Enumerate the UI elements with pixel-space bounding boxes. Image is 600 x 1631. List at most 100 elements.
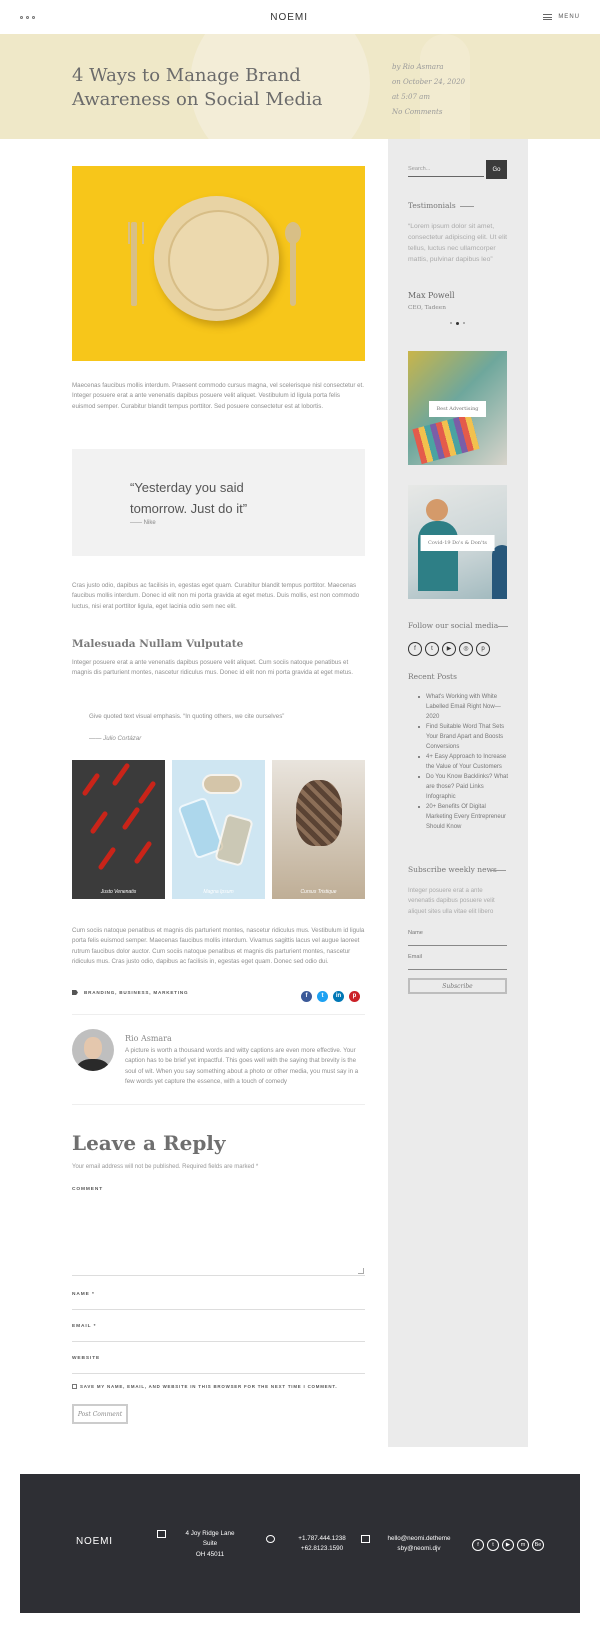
save-info-row: SAVE MY NAME, EMAIL, AND WEBSITE IN THIS… — [72, 1384, 337, 1389]
email-1[interactable]: hello@neomi.detheme — [376, 1534, 462, 1544]
pull-quote-text: “Yesterday you said tomorrow. Just do it… — [130, 480, 248, 516]
reply-heading: Leave a Reply — [72, 1131, 226, 1155]
testimonial-name: Max Powell — [408, 291, 455, 300]
spoon-image — [285, 222, 301, 306]
search-go-button[interactable]: Go — [486, 160, 507, 179]
email-label: EMAIL * — [72, 1324, 97, 1329]
gallery-item-glassware[interactable]: Magna Ipsum — [172, 760, 265, 899]
save-info-label: SAVE MY NAME, EMAIL, AND WEBSITE IN THIS… — [80, 1384, 338, 1389]
pinterest-icon[interactable]: p — [476, 642, 490, 656]
footer-youtube-icon[interactable]: ▶ — [502, 1539, 514, 1551]
article-paragraph-4: Cum sociis natoque penatibus et magnis d… — [72, 927, 365, 966]
twitter-icon[interactable]: t — [425, 642, 439, 656]
instagram-icon[interactable]: ◎ — [459, 642, 473, 656]
gallery-item-chili[interactable]: Justo Venenatis — [72, 760, 165, 899]
subscribe-text: Integer posuere erat a ante venenatis da… — [408, 887, 495, 915]
footer-facebook-icon[interactable]: f — [472, 1539, 484, 1551]
social-links: f t ▶ ◎ p — [408, 642, 490, 656]
post-card-label: Best Advertising — [428, 401, 487, 417]
name-label: NAME * — [72, 1292, 95, 1297]
divider — [72, 1014, 365, 1015]
search-input[interactable]: Search... — [408, 160, 484, 177]
subscribe-button[interactable]: Subscribe — [408, 978, 507, 994]
post-card-label: Covid-19 Do's & Don'ts — [420, 535, 495, 551]
share-pinterest-icon[interactable]: p — [349, 991, 360, 1002]
email-field[interactable] — [72, 1341, 365, 1342]
author-bio: A picture is worth a thousand words and … — [125, 1047, 359, 1086]
person-head-image — [426, 499, 448, 521]
map-icon — [157, 1530, 166, 1538]
address-line-2: Suite — [202, 1540, 218, 1548]
address-line-3: OH 45011 — [195, 1550, 225, 1558]
site-logo[interactable]: NOEMI — [270, 12, 308, 23]
post-time: at 5:07 am — [392, 93, 430, 101]
footer-behance-icon[interactable]: Be — [532, 1539, 544, 1551]
gallery-item-pinecone[interactable]: Cursus Tristique — [272, 760, 365, 899]
recent-post-link[interactable]: Do You Know Backlinks? What are those? P… — [412, 772, 512, 802]
tag-icon — [72, 990, 78, 995]
pinecone-image — [296, 780, 342, 846]
footer-address: 4 Joy Ridge Lane Suite OH 45011 — [170, 1529, 250, 1560]
gallery-caption: Justo Venenatis — [100, 889, 137, 895]
recent-posts-list: What's Working with White Labelled Email… — [412, 692, 512, 832]
post-title: 4 Ways to Manage Brand Awareness on Soci… — [72, 65, 323, 110]
facebook-icon[interactable]: f — [408, 642, 422, 656]
top-bar: NOEMI MENU — [0, 0, 600, 34]
article-subheading: Malesuada Nullam Vulputate — [72, 638, 244, 650]
subscribe-name-input[interactable]: Name — [408, 930, 507, 946]
carousel-dots[interactable] — [450, 322, 465, 325]
article-paragraph-2: Cras justo odio, dapibus ac facilisis in… — [72, 582, 360, 610]
resize-handle-icon[interactable] — [358, 1268, 364, 1274]
article-paragraph-1: Maecenas faucibus mollis interdum. Praes… — [72, 382, 364, 410]
footer-emails: hello@neomi.detheme sby@neomi.djv — [376, 1534, 462, 1555]
author-name[interactable]: Rio Asmara — [125, 1034, 172, 1043]
reply-note: Your email address will not be published… — [72, 1164, 259, 1170]
blockquote-text: Give quoted text visual emphasis. “In qu… — [89, 713, 285, 720]
mail-icon — [361, 1535, 370, 1543]
post-author[interactable]: by Rio Asmara — [392, 60, 465, 75]
post-card-advertising[interactable]: Best Advertising — [408, 351, 507, 465]
phone-2[interactable]: +62.8123.1590 — [282, 1544, 362, 1554]
recent-post-link[interactable]: What's Working with White Labelled Email… — [412, 692, 512, 722]
gallery-caption: Magna Ipsum — [203, 889, 234, 895]
person-body-image — [418, 521, 458, 591]
address-line-1: 4 Joy Ridge Lane — [185, 1530, 235, 1537]
comment-label: COMMENT — [72, 1187, 104, 1192]
email-2[interactable]: sby@neomi.djv — [376, 1544, 462, 1554]
footer-twitter-icon[interactable]: t — [487, 1539, 499, 1551]
post-date: on October 24, 2020 — [392, 78, 466, 86]
name-field[interactable] — [72, 1309, 365, 1310]
phone-icon — [266, 1535, 275, 1543]
share-twitter-icon[interactable]: t — [317, 991, 328, 1002]
swatch-image — [412, 413, 480, 465]
recent-post-link[interactable]: Find Suitable Word That Sets Your Brand … — [412, 722, 512, 752]
phone-1[interactable]: +1.787.444.1238 — [282, 1534, 362, 1544]
divider — [72, 1104, 365, 1105]
post-comments-link[interactable]: No Comments — [392, 105, 465, 120]
footer: NOEMI 4 Joy Ridge Lane Suite OH 45011 +1… — [20, 1474, 580, 1613]
footer-messenger-icon[interactable]: m — [517, 1539, 529, 1551]
title-rule — [498, 626, 508, 627]
recent-post-link[interactable]: 20+ Benefits Of Digital Marketing Every … — [412, 802, 512, 832]
footer-logo[interactable]: NOEMI — [76, 1536, 113, 1547]
post-comment-button[interactable]: Post Comment — [72, 1404, 128, 1424]
save-info-checkbox[interactable] — [72, 1384, 77, 1389]
recent-posts-title: Recent Posts — [408, 672, 457, 681]
title-rule — [490, 870, 506, 871]
share-linkedin-icon[interactable]: in — [333, 991, 344, 1002]
subscribe-email-input[interactable]: Email — [408, 954, 507, 970]
website-field[interactable] — [72, 1373, 365, 1374]
youtube-icon[interactable]: ▶ — [442, 642, 456, 656]
dots-menu-icon[interactable] — [20, 15, 35, 19]
share-facebook-icon[interactable]: f — [301, 991, 312, 1002]
comment-textarea[interactable] — [72, 1194, 365, 1276]
article-paragraph-3: Integer posuere erat a ante venenatis da… — [72, 659, 353, 677]
sidebar: Search... Go Testimonials “Lorem ipsum d… — [388, 139, 528, 1447]
post-card-covid[interactable]: Covid-19 Do's & Don'ts — [408, 485, 507, 599]
recent-post-link[interactable]: 4+ Easy Approach to Increase the Value o… — [412, 752, 512, 772]
hamburger-icon — [543, 14, 553, 20]
featured-image — [72, 166, 365, 361]
tag-list[interactable]: BRANDING, BUSINESS, MARKETING — [84, 990, 188, 995]
author-avatar — [72, 1029, 114, 1071]
menu-button[interactable]: MENU — [543, 14, 580, 20]
